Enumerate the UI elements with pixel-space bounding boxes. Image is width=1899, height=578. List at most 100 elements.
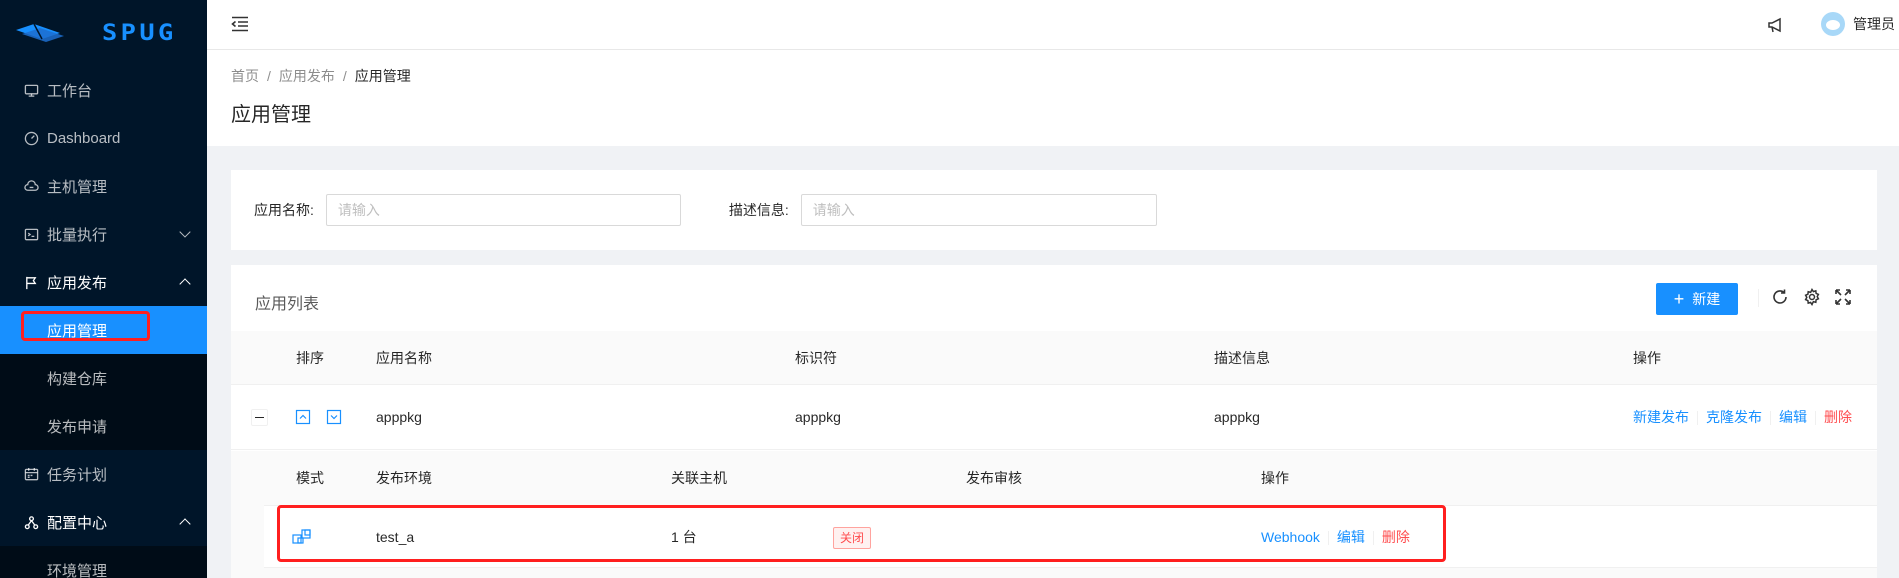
config-submenu: 环境管理 [0,546,207,578]
flag-icon [23,274,39,290]
app-name-label: 应用名称: [254,202,314,218]
reload-icon[interactable] [1771,288,1789,306]
app-desc-cell: apppkg [1214,409,1260,425]
menu-fold-icon[interactable] [231,16,249,32]
breadcrumb-separator: / [267,68,271,84]
sidebar-item-publish-request[interactable]: 发布申请 [0,402,207,450]
sidebar-item-config[interactable]: 配置中心 [0,498,207,546]
logo-text: SPUG [102,20,177,46]
search-form: 应用名称: 描述信息: [231,170,1877,250]
plus-icon: + [1673,289,1685,309]
row-actions: 新建发布 克隆发布 编辑 删除 [1633,385,1852,450]
sidebar-item-label: 主机管理 [47,178,108,196]
action-divider [1770,411,1771,426]
breadcrumb: 首页 / 应用发布 / 应用管理 [231,66,1875,86]
notification-icon[interactable] [1767,16,1785,34]
col-review: 发布审核 [966,470,1022,486]
clone-publish-link[interactable]: 克隆发布 [1706,409,1762,425]
code-icon [23,226,39,242]
sidebar-item-label: 配置中心 [47,514,108,532]
schedule-icon [23,466,39,482]
sidebar-item-hosts[interactable]: 主机管理 [0,162,207,210]
sub-table-header: 模式 发布环境 关联主机 发布审核 操作 [264,451,1877,506]
action-divider [1697,411,1698,426]
fullscreen-icon[interactable] [1834,288,1852,306]
cloud-server-icon [23,178,39,194]
app-key-cell: apppkg [795,409,841,425]
block-mode-icon[interactable] [292,529,312,545]
breadcrumb-home[interactable]: 首页 [231,66,259,86]
col-app-name: 应用名称 [376,350,432,366]
page-header: 首页 / 应用发布 / 应用管理 应用管理 [207,49,1899,146]
chevron-up-icon [179,518,191,530]
sidebar-item-label: 发布申请 [47,418,108,436]
action-divider [1372,531,1374,546]
edit-env-link[interactable]: 编辑 [1337,529,1365,545]
breadcrumb-current: 应用管理 [354,68,411,84]
move-up-icon[interactable] [295,409,311,425]
review-status-tag: 关闭 [833,527,872,549]
col-sort: 排序 [296,350,324,366]
breadcrumb-app-publish[interactable]: 应用发布 [279,66,335,86]
avatar [1821,12,1845,36]
sidebar: SPUG 工作台 Dashboard 主机管理 批量执行 应用发布 应用管理 构… [0,0,207,578]
col-actions: 操作 [1633,350,1661,366]
app-publish-submenu: 应用管理 构建仓库 发布申请 [0,306,207,450]
sidebar-item-app-manage[interactable]: 应用管理 [0,306,207,354]
env-name-cell: test_a [376,529,415,545]
top-header: 管理员 [207,0,1899,49]
col-desc: 描述信息 [1214,350,1270,366]
table-header: 排序 应用名称 标识符 描述信息 操作 [231,331,1877,385]
collapse-row-button[interactable] [251,409,268,426]
sidebar-item-label: Dashboard [47,129,121,147]
sidebar-item-dashboard[interactable]: Dashboard [0,114,207,162]
setting-icon[interactable] [1803,287,1821,307]
delete-env-link[interactable]: 删除 [1382,529,1410,545]
col-hosts: 关联主机 [671,470,727,486]
delete-link[interactable]: 删除 [1824,409,1852,425]
sidebar-item-label: 任务计划 [47,466,108,484]
sidebar-item-label: 应用管理 [47,322,108,340]
webhook-link[interactable]: Webhook [1261,529,1320,545]
table-row: apppkg apppkg apppkg 新建发布 克隆发布 编辑 删除 [231,385,1877,450]
toolbar-divider [1758,289,1759,307]
expanded-env-table: 模式 发布环境 关联主机 发布审核 操作 test_a 1 台 关闭 Webho… [231,451,1877,578]
new-publish-link[interactable]: 新建发布 [1633,409,1689,425]
new-button-label: 新建 [1692,291,1721,307]
sidebar-item-schedule[interactable]: 任务计划 [0,450,207,498]
action-divider [1815,411,1816,426]
sidebar-item-env-manage[interactable]: 环境管理 [0,546,207,578]
sidebar-item-build-repo[interactable]: 构建仓库 [0,354,207,402]
sidebar-item-label: 环境管理 [47,562,108,578]
desktop-icon [23,82,39,98]
breadcrumb-separator: / [342,68,347,84]
sidebar-item-workbench[interactable]: 工作台 [0,66,207,114]
col-key: 标识符 [795,350,837,366]
cluster-icon [23,514,39,530]
new-app-button[interactable]: + 新建 [1656,283,1738,315]
sidebar-item-batch[interactable]: 批量执行 [0,210,207,258]
chevron-up-icon [179,278,191,290]
desc-input[interactable] [800,194,1157,226]
move-down-icon[interactable] [326,409,342,425]
env-row-actions: Webhook 编辑 删除 [1261,506,1410,568]
hosts-count-cell: 1 台 [671,529,697,545]
col-env: 发布环境 [376,470,432,486]
spug-logo-icon [14,21,66,45]
sidebar-item-label: 应用发布 [47,274,108,292]
sidebar-item-label: 工作台 [47,82,93,100]
page-title: 应用管理 [231,104,311,126]
logo[interactable]: SPUG [0,0,207,66]
edit-link[interactable]: 编辑 [1779,409,1807,425]
col-sub-actions: 操作 [1261,470,1289,486]
app-table-card: 应用列表 + 新建 排序 应用名称 标识符 描述信息 操作 apppkg app… [231,265,1877,578]
user-menu[interactable]: 管理员 [1821,12,1895,36]
app-name-cell: apppkg [376,409,422,425]
desc-label: 描述信息: [728,202,789,218]
col-mode: 模式 [296,470,324,486]
sidebar-item-app-publish[interactable]: 应用发布 [0,258,207,306]
app-name-input[interactable] [325,194,681,226]
table-title: 应用列表 [255,296,320,313]
sidebar-item-label: 构建仓库 [47,370,108,388]
sidebar-item-label: 批量执行 [47,226,108,244]
